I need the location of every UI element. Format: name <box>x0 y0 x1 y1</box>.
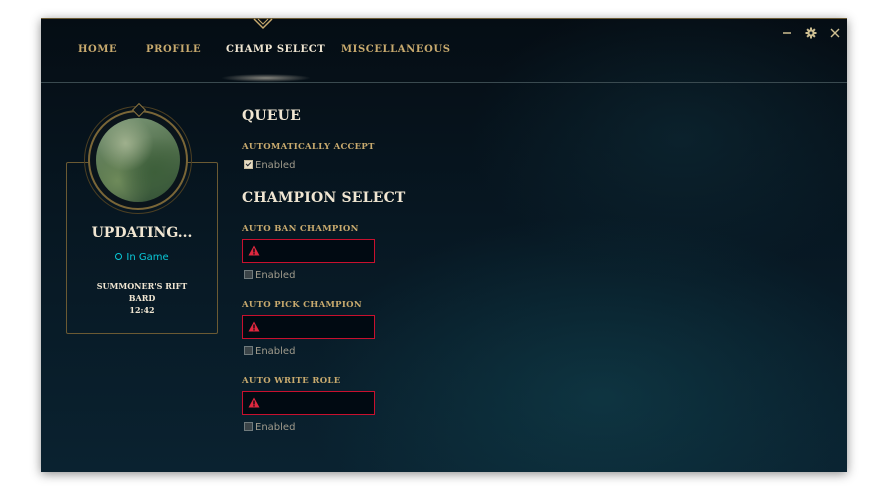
auto-accept-checkbox[interactable]: Enabled <box>244 159 296 171</box>
summoner-name: UPDATING... <box>91 225 193 241</box>
minimize-icon[interactable] <box>780 26 794 40</box>
auto-ban-checkbox[interactable]: Enabled <box>244 269 296 281</box>
app-window: HOME PROFILE CHAMP SELECT MISCELLANEOUS <box>41 18 847 472</box>
checkbox-unchecked-icon[interactable] <box>244 421 253 431</box>
game-info: SUMMONER'S RIFT BARD 12:42 <box>66 280 218 316</box>
status-indicator: In Game <box>66 252 218 263</box>
close-icon[interactable] <box>828 26 842 40</box>
checkbox-label: Enabled <box>255 160 296 171</box>
champion-name: BARD <box>128 293 156 303</box>
checkbox-unchecked-icon[interactable] <box>244 345 253 355</box>
tab-champ-select[interactable]: CHAMP SELECT <box>226 44 325 55</box>
checkbox-unchecked-icon[interactable] <box>244 269 253 279</box>
checkbox-checked-icon[interactable] <box>244 159 253 169</box>
checkbox-label: Enabled <box>255 422 296 433</box>
warning-icon <box>248 321 260 332</box>
nav-divider <box>41 82 847 83</box>
auto-ban-input[interactable] <box>242 239 375 263</box>
auto-pick-label: AUTO PICK CHAMPION <box>242 300 362 310</box>
auto-accept-label: AUTOMATICALLY ACCEPT <box>242 142 375 152</box>
checkbox-label: Enabled <box>255 346 296 357</box>
active-tab-glow <box>221 74 311 82</box>
active-tab-caret-icon <box>253 18 273 30</box>
section-heading-champion-select: CHAMPION SELECT <box>242 190 406 206</box>
auto-role-label: AUTO WRITE ROLE <box>242 376 341 386</box>
section-heading-queue: QUEUE <box>242 108 301 124</box>
status-text: In Game <box>126 252 169 263</box>
settings-gear-icon[interactable] <box>804 26 818 40</box>
auto-pick-checkbox[interactable]: Enabled <box>244 345 296 357</box>
warning-icon <box>248 397 260 408</box>
auto-ban-label: AUTO BAN CHAMPION <box>242 224 359 234</box>
auto-role-input[interactable] <box>242 391 375 415</box>
tab-miscellaneous[interactable]: MISCELLANEOUS <box>341 44 451 55</box>
checkbox-label: Enabled <box>255 270 296 281</box>
top-navigation: HOME PROFILE CHAMP SELECT MISCELLANEOUS <box>41 18 847 82</box>
tab-profile[interactable]: PROFILE <box>146 44 201 55</box>
status-dot-icon <box>115 252 123 260</box>
auto-role-checkbox[interactable]: Enabled <box>244 421 296 433</box>
warning-icon <box>248 245 260 256</box>
avatar <box>96 118 180 202</box>
auto-pick-input[interactable] <box>242 315 375 339</box>
tab-home[interactable]: HOME <box>78 44 117 55</box>
game-mode: SUMMONER'S RIFT <box>96 281 188 291</box>
game-time: 12:42 <box>129 305 155 315</box>
